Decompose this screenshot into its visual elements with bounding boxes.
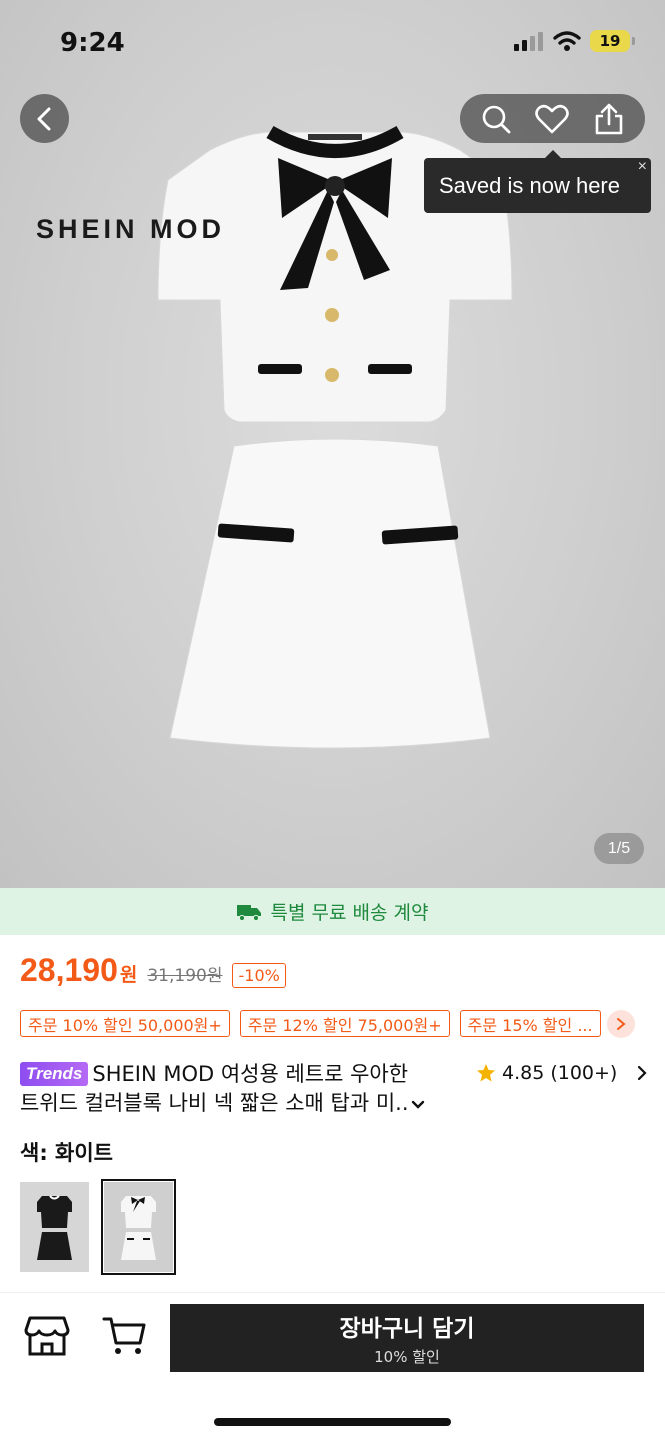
status-bar: 9:24 19	[0, 0, 665, 80]
signal-icon	[514, 32, 543, 51]
currency-unit: 원	[119, 964, 138, 986]
chevron-left-icon	[37, 107, 50, 130]
rating-summary[interactable]: 4.85 (100+)	[476, 1062, 647, 1084]
color-label: 색: 화이트	[20, 1141, 113, 1165]
chevron-right-icon	[617, 1018, 626, 1030]
add-to-cart-discount: 10% 할인	[374, 1348, 440, 1366]
product-image-carousel[interactable]: SHEIN MOD 9:24 19 Saved is now here × 1/…	[0, 0, 665, 888]
tooltip-text: Saved is now here	[439, 172, 620, 198]
title-line-1: SHEIN MOD 여성용 레트로 우아한	[92, 1062, 409, 1086]
swatch-image	[104, 1182, 173, 1272]
title-line-2: 트위드 컬러블록 나비 넥 짧은 소매 탑과 미..	[20, 1091, 409, 1115]
current-price: 28,190	[20, 952, 118, 988]
cart-button[interactable]	[102, 1315, 148, 1361]
product-title[interactable]: Trends SHEIN MOD 여성용 레트로 우아한 트위드 컬러블록 나비 …	[20, 1060, 450, 1118]
color-swatch-black[interactable]	[20, 1182, 89, 1272]
star-icon	[477, 1064, 495, 1082]
add-to-cart-label: 장바구니 담기	[339, 1316, 475, 1342]
chevron-down-icon[interactable]	[411, 1100, 425, 1110]
store-icon	[24, 1316, 70, 1356]
saved-tooltip: Saved is now here ×	[424, 150, 651, 213]
chevron-right-icon	[638, 1065, 647, 1081]
back-button[interactable]	[20, 94, 69, 143]
add-to-cart-button[interactable]: 장바구니 담기 10% 할인	[170, 1304, 644, 1372]
share-button[interactable]	[589, 99, 629, 139]
discount-badge: -10%	[232, 963, 286, 988]
coupon-chip[interactable]: 주문 12% 할인 75,000원+	[239, 1010, 450, 1037]
image-counter: 1/5	[594, 833, 644, 864]
coupon-chip[interactable]: 주문 10% 할인 50,000원+	[20, 1010, 230, 1037]
share-icon	[595, 103, 623, 134]
original-price: 31,190원	[147, 966, 223, 986]
search-icon	[482, 105, 511, 133]
brand-logo: SHEIN MOD	[36, 214, 226, 244]
color-swatch-white[interactable]	[101, 1179, 176, 1275]
battery-icon: 19	[590, 30, 635, 52]
heart-icon	[535, 104, 570, 133]
coupon-chip[interactable]: 주문 15% 할인 ...	[459, 1010, 601, 1037]
home-indicator	[214, 1418, 451, 1426]
status-time: 9:24	[60, 28, 125, 58]
shipping-text: 특별 무료 배송 계약	[270, 902, 429, 924]
rating-value: 4.85	[502, 1062, 545, 1084]
coupon-more-button[interactable]	[607, 1010, 635, 1038]
bottom-action-bar: 장바구니 담기 10% 할인	[0, 1292, 665, 1440]
search-button[interactable]	[476, 99, 516, 139]
cart-icon	[102, 1317, 146, 1354]
coupon-list: 주문 10% 할인 50,000원+ 주문 12% 할인 75,000원+ 주문…	[20, 1010, 640, 1038]
header-actions	[460, 94, 645, 143]
price-row: 28,190 원 31,190원 -10%	[20, 952, 286, 989]
store-button[interactable]	[24, 1315, 70, 1361]
wishlist-button[interactable]	[532, 99, 572, 139]
free-shipping-banner[interactable]: 특별 무료 배송 계약	[0, 888, 665, 935]
review-count: (100+)	[550, 1062, 618, 1084]
close-icon[interactable]: ×	[638, 158, 647, 176]
truck-icon	[236, 904, 261, 921]
wifi-icon	[553, 31, 581, 51]
swatch-image	[20, 1182, 89, 1272]
trends-badge: Trends	[20, 1062, 89, 1086]
